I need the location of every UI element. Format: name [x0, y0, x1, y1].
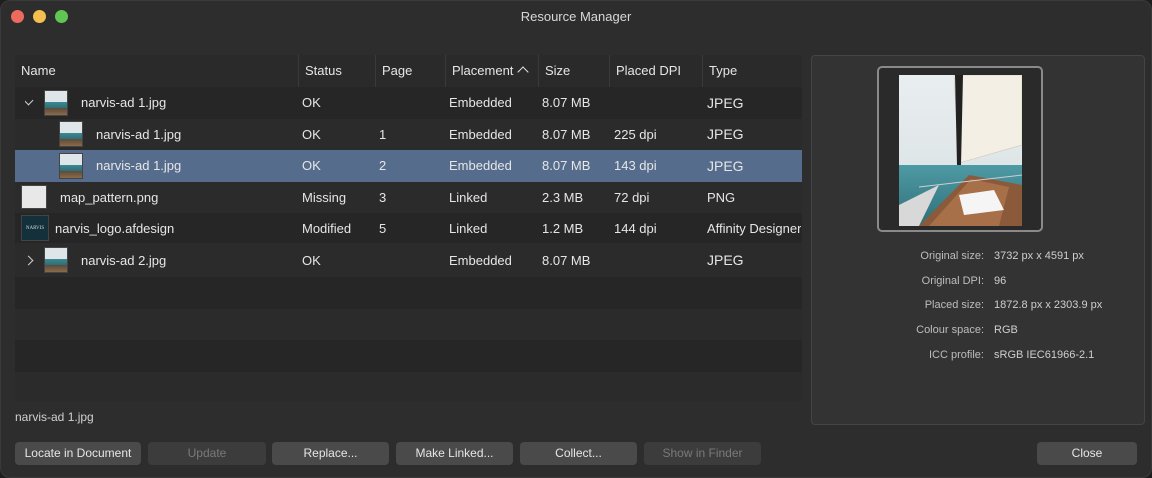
resource-dpi: 143 dpi: [614, 158, 657, 174]
update-button[interactable]: Update: [148, 442, 266, 465]
column-header-size[interactable]: Size: [538, 55, 609, 87]
resource-name: narvis_logo.afdesign: [55, 220, 175, 236]
resource-info: Original size: 3732 px x 4591 px Origina…: [812, 250, 1144, 373]
resource-placement: Linked: [449, 220, 488, 236]
resource-placement: Embedded: [449, 95, 512, 111]
resource-name: narvis-ad 1.jpg: [96, 158, 182, 174]
locate-in-document-button[interactable]: Locate in Document: [15, 442, 141, 465]
resource-size: 8.07 MB: [542, 126, 591, 142]
info-row-colour-space: Colour space: RGB: [812, 324, 1144, 349]
icc-profile-value: sRGB IEC61966-2.1: [994, 348, 1095, 361]
column-header-placement[interactable]: Placement: [445, 55, 538, 87]
original-dpi-value: 96: [994, 274, 1007, 287]
info-row-placed-size: Placed size: 1872.8 px x 2303.9 px: [812, 299, 1144, 324]
resource-type: JPEG: [707, 157, 744, 174]
resource-status: OK: [302, 126, 321, 142]
resource-size: 8.07 MB: [542, 158, 591, 174]
chevron-down-icon[interactable]: [25, 95, 34, 106]
colour-space-label: Colour space:: [916, 324, 984, 337]
resource-table: Name Status Page Placement Size Placed D…: [15, 55, 802, 401]
resource-manager-window: Resource Manager Name Status Page Placem…: [0, 0, 1152, 478]
resource-status: OK: [302, 158, 321, 174]
resource-placement: Embedded: [449, 158, 512, 174]
resource-type: JPEG: [707, 252, 744, 268]
table-body: narvis-ad 1.jpg OK Embedded 8.07 MB JPEG…: [15, 87, 802, 401]
resource-type: Affinity Designer: [707, 220, 802, 236]
resource-dpi: 72 dpi: [614, 189, 650, 205]
icc-profile-label: ICC profile:: [928, 348, 984, 361]
image-thumbnail: [44, 89, 68, 116]
resource-dpi: 144 dpi: [614, 220, 657, 236]
table-row[interactable]: NARVIS narvis_logo.afdesign Modified 5 L…: [15, 213, 802, 243]
close-button[interactable]: Close: [1037, 442, 1137, 465]
selected-filename: narvis-ad 1.jpg: [15, 410, 94, 424]
window-title: Resource Manager: [520, 9, 632, 24]
resource-status: Missing: [302, 189, 347, 205]
resource-placement: Embedded: [449, 126, 512, 142]
resource-type: JPEG: [707, 94, 744, 111]
column-header-page[interactable]: Page: [375, 55, 445, 87]
original-size-label: Original size:: [920, 250, 984, 262]
resource-size: 2.3 MB: [542, 189, 584, 205]
column-header-placement-label: Placement: [452, 63, 514, 78]
resource-name: narvis-ad 2.jpg: [81, 252, 167, 268]
sort-ascending-icon: [517, 66, 530, 78]
empty-row: [15, 277, 802, 309]
info-row-icc-profile: ICC profile: sRGB IEC61966-2.1: [812, 349, 1144, 374]
table-header: Name Status Page Placement Size Placed D…: [15, 55, 802, 88]
logo-thumbnail-text: NARVIS: [25, 225, 45, 231]
image-thumbnail: [59, 152, 83, 179]
resource-dpi: 225 dpi: [614, 126, 657, 142]
original-size-value: 3732 px x 4591 px: [994, 250, 1084, 262]
original-dpi-label: Original DPI:: [921, 274, 984, 287]
image-preview: [899, 75, 1022, 226]
resource-page: 1: [379, 126, 387, 142]
pattern-thumbnail: [21, 185, 47, 210]
logo-thumbnail: NARVIS: [21, 215, 49, 241]
column-header-status[interactable]: Status: [298, 55, 375, 87]
resource-status: OK: [302, 252, 321, 268]
resource-size: 1.2 MB: [542, 220, 584, 236]
resource-status: OK: [302, 95, 321, 111]
resource-page: 3: [379, 189, 387, 205]
collect-button[interactable]: Collect...: [520, 442, 637, 465]
resource-name: narvis-ad 1.jpg: [96, 126, 182, 142]
table-row[interactable]: narvis-ad 1.jpg OK 1 Embedded 8.07 MB 22…: [15, 118, 802, 150]
table-row-selected[interactable]: narvis-ad 1.jpg OK 2 Embedded 8.07 MB 14…: [15, 150, 802, 182]
placed-size-value: 1872.8 px x 2303.9 px: [994, 299, 1103, 312]
table-row[interactable]: narvis-ad 2.jpg OK Embedded 8.07 MB JPEG: [15, 243, 802, 277]
resource-size: 8.07 MB: [542, 95, 591, 111]
resource-type: JPEG: [707, 126, 744, 143]
column-header-placed-dpi[interactable]: Placed DPI: [609, 55, 702, 87]
resource-page: 2: [379, 158, 387, 174]
resource-placement: Linked: [449, 189, 488, 205]
column-header-name[interactable]: Name: [15, 55, 298, 87]
resource-status: Modified: [302, 220, 352, 236]
info-row-original-size: Original size: 3732 px x 4591 px: [812, 250, 1144, 275]
image-thumbnail: [44, 247, 68, 273]
column-header-type[interactable]: Type: [702, 55, 802, 87]
chevron-right-icon[interactable]: [25, 255, 34, 265]
resource-name: narvis-ad 1.jpg: [81, 95, 167, 111]
make-linked-button[interactable]: Make Linked...: [396, 442, 513, 465]
resource-size: 8.07 MB: [542, 252, 591, 268]
replace-button[interactable]: Replace...: [272, 442, 389, 465]
resource-page: 5: [379, 220, 387, 236]
info-row-original-dpi: Original DPI: 96: [812, 275, 1144, 300]
empty-row: [15, 308, 802, 340]
empty-row: [15, 371, 802, 401]
titlebar: Resource Manager: [1, 1, 1151, 33]
resource-details-panel: Original size: 3732 px x 4591 px Origina…: [811, 55, 1145, 425]
image-preview-frame: [877, 66, 1043, 232]
table-row[interactable]: map_pattern.png Missing 3 Linked 2.3 MB …: [15, 181, 802, 213]
colour-space-value: RGB: [994, 324, 1018, 337]
empty-row: [15, 340, 802, 372]
placed-size-label: Placed size:: [924, 299, 984, 312]
resource-name: map_pattern.png: [60, 189, 159, 205]
show-in-finder-button[interactable]: Show in Finder: [644, 442, 761, 465]
resource-placement: Embedded: [449, 252, 512, 268]
table-row[interactable]: narvis-ad 1.jpg OK Embedded 8.07 MB JPEG: [15, 87, 802, 119]
image-thumbnail: [59, 121, 83, 148]
resource-type: PNG: [707, 189, 736, 205]
